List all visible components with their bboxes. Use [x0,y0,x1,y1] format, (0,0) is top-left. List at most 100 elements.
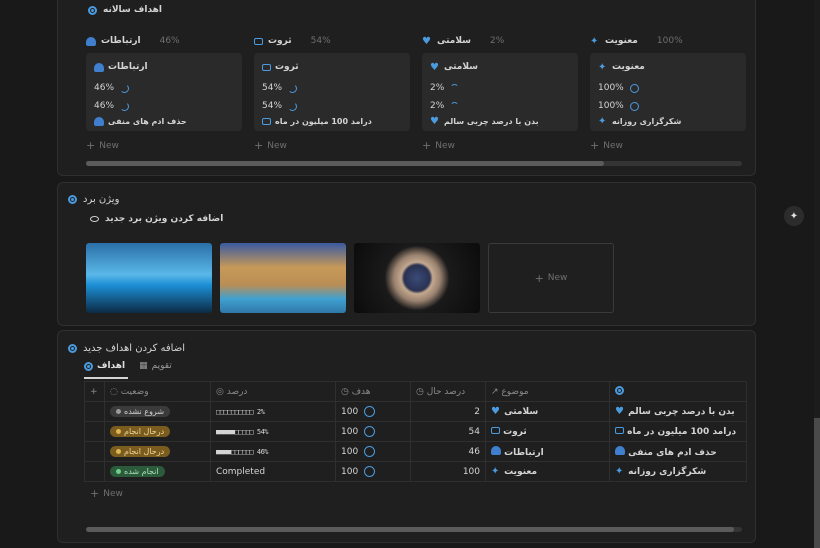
tab-label: تقویم [151,361,172,371]
horizontal-scrollbar[interactable] [86,527,742,532]
column-header-add[interactable]: + [84,381,105,402]
gallery-card-watch-image[interactable] [354,243,480,313]
status-badge[interactable]: شروع نشده [110,406,171,417]
name-cell[interactable]: ✦ شکرگزاری روزانه [609,461,747,482]
plus-icon: + [534,271,544,285]
scrollbar-thumb[interactable] [814,418,820,548]
topic-cell[interactable]: ارتباطات [485,441,610,462]
goal-name[interactable]: حذف ادم های منفی [628,448,717,458]
topic-cell[interactable]: ✦ معنویت [485,461,610,482]
column-header-current[interactable]: ◷ درصد حال [410,381,486,402]
table-row[interactable]: شروع نشده □□□□□□□□□□ 2% 100 2 ♥ سلامتی ♥… [84,401,747,422]
goal-name[interactable]: بدن با درصد چربی سالم [628,407,734,417]
status-badge[interactable]: انجام شده [110,466,165,477]
target-value: 100 [341,427,359,437]
column-header-percent[interactable]: ◎ درصد [210,381,336,402]
money-icon [254,37,263,45]
tab-calendar[interactable]: ▦ تقویم [139,361,172,371]
name-cell[interactable]: حذف ادم های منفی [609,441,747,462]
column-header[interactable]: ♥ سلامتی 2% [422,35,578,47]
status-cell[interactable]: درحال انجام [104,421,211,442]
scrollbar-thumb[interactable] [86,527,734,532]
topic-link[interactable]: ارتباطات [504,448,544,458]
column-header[interactable]: ثروت 54% [254,35,410,47]
topic-link[interactable]: معنویت [504,467,537,477]
goal-card[interactable]: ✦ معنویت 100% 100% ✦ شکرگزاری روزانه [590,53,746,131]
topic-cell[interactable]: ♥ سلامتی [485,401,610,422]
status-badge[interactable]: درحال انجام [110,446,171,457]
target-cell: 100 [335,401,411,422]
table-row[interactable]: درحال انجام ■■■■□□□□□□ 46% 100 46 ارتباط… [84,441,747,462]
heart-icon: ♥ [430,116,439,127]
new-card-button[interactable]: + New [86,139,242,152]
name-cell[interactable]: درامد 100 میلیون در ماه [609,421,747,442]
tab-goals[interactable]: اهداف [84,361,125,371]
board-column-relations: ارتباطات 46% ارتباطات 46% 46% حذف ادم ها… [86,35,242,152]
goal-card[interactable]: ♥ سلامتی 2% 2% ♥ بدن با درصد چربی سالم [422,53,578,131]
new-label: New [603,140,623,151]
progress-ring-icon [120,101,130,111]
card-title: معنویت [612,62,645,72]
people-icon [94,62,104,72]
goal-card[interactable]: ثروت 54% 54% درامد 100 میلیون در ماه [254,53,410,131]
new-card-button[interactable]: + New [254,139,410,152]
column-header-name[interactable] [609,381,747,402]
goal-card[interactable]: ارتباطات 46% 46% حذف ادم های منفی [86,53,242,131]
vertical-scrollbar[interactable] [814,0,820,548]
current-cell: 46 [410,441,486,462]
status-cell[interactable]: درحال انجام [104,441,211,462]
status-cell[interactable]: انجام شده [104,461,211,482]
header-label: درصد [226,386,248,397]
column-percent: 100% [656,36,683,46]
new-goals-title-row: اضافه کردن اهداف جدید [68,343,185,354]
people-icon [491,445,501,455]
column-header-status[interactable]: ◌ وضعیت [104,381,211,402]
add-vision-view[interactable]: اضافه کردن ویژن برد جدید [90,214,223,224]
formula-icon: ◎ [216,386,227,397]
target-cell: 100 [335,461,411,482]
new-gallery-card-button[interactable]: + New [488,243,614,313]
topic-link[interactable]: سلامتی [504,407,538,417]
column-header[interactable]: ✦ معنویت 100% [590,35,746,47]
progress-cell: Completed [210,461,336,482]
scrollbar-thumb[interactable] [86,161,604,166]
goal-name[interactable]: درامد 100 میلیون در ماه [627,427,736,437]
heart-icon: ♥ [491,405,500,417]
header-label: وضعیت [120,386,149,397]
horizontal-scrollbar[interactable] [86,161,742,166]
goals-table: + ◌ وضعیت ◎ درصد ◷ هدف ◷ درصد حال ↗ موضو… [84,381,747,482]
status-cell[interactable]: شروع نشده [104,401,211,422]
column-header[interactable]: ارتباطات 46% [86,35,242,47]
table-cell-empty [84,441,105,462]
table-row[interactable]: درحال انجام ■■■■■□□□□□ 54% 100 54 ثروت د… [84,421,747,442]
table-row[interactable]: انجام شده Completed 100 100 ✦ معنویت ✦ ش… [84,461,747,482]
ai-assistant-button[interactable]: ✦ [784,206,804,226]
progress-cell: ■■■■■□□□□□ 54% [210,421,336,442]
money-icon [491,426,500,434]
new-label: New [99,140,119,151]
status-badge[interactable]: درحال انجام [110,426,171,437]
sparkle-icon: ✦ [615,465,624,477]
money-icon [615,426,624,434]
topic-cell[interactable]: ثروت [485,421,610,442]
column-name: سلامتی [437,36,472,46]
column-header-target[interactable]: ◷ هدف [335,381,411,402]
target-icon [88,5,97,15]
gallery-card-mansion-image[interactable] [220,243,346,313]
column-header-topic[interactable]: ↗ موضوع [485,381,610,402]
gallery-card-car-image[interactable] [86,243,212,313]
relation-icon: ↗ [491,386,502,397]
target-cell: 100 [335,421,411,442]
money-icon [262,118,271,125]
new-card-button[interactable]: + New [590,139,746,152]
column-percent: 2% [490,36,505,46]
card-progress-value: 46% [94,101,115,111]
new-card-button[interactable]: + New [422,139,578,152]
new-goals-panel: اضافه کردن اهداف جدید اهداف ▦ تقویم + ◌ و… [57,330,756,543]
plus-icon: + [90,386,98,397]
new-row-button[interactable]: + New [90,487,123,500]
goal-name[interactable]: شکرگزاری روزانه [628,467,706,477]
topic-link[interactable]: ثروت [503,427,527,437]
name-cell[interactable]: ♥ بدن با درصد چربی سالم [609,401,747,422]
card-title: ارتباطات [108,62,148,72]
